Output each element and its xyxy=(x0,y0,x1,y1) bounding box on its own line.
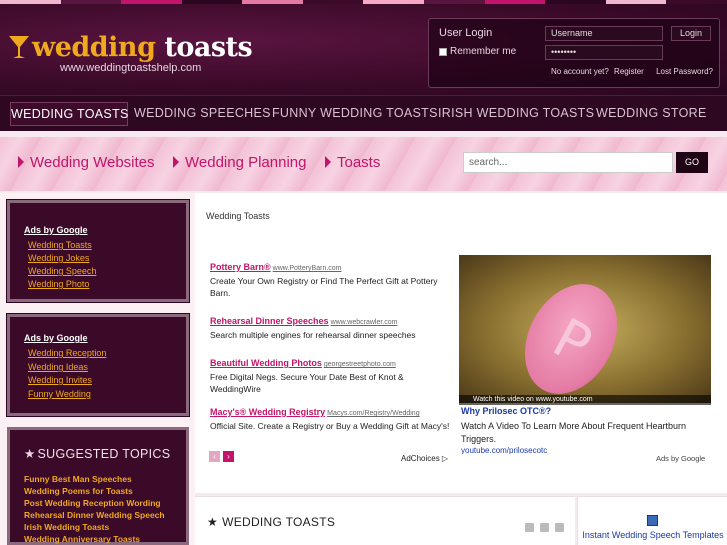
link-wedding-planning[interactable]: Wedding Planning xyxy=(173,154,306,171)
remember-label: Remember me xyxy=(450,46,517,57)
email-icon[interactable] xyxy=(555,523,564,532)
text-ad: Rehearsal Dinner Speeches www.webcrawler.… xyxy=(210,315,455,341)
ad-url[interactable]: georgestreetphoto.com xyxy=(324,361,396,368)
remember-checkbox[interactable] xyxy=(439,47,447,56)
link-wedding-websites[interactable]: Wedding Websites xyxy=(18,154,155,171)
password-field[interactable]: •••••••• xyxy=(545,45,663,60)
sidebar-ad-link[interactable]: Wedding Reception xyxy=(28,348,106,358)
ad-description: Official Site. Create a Registry or Buy … xyxy=(210,421,450,431)
pill-image: P xyxy=(506,268,636,403)
ad-url[interactable]: www.webcrawler.com xyxy=(331,319,398,326)
sidebar-ad-link[interactable]: Wedding Toasts xyxy=(28,240,92,250)
sidebar-ad-link[interactable]: Wedding Speech xyxy=(28,266,96,276)
adchoices-link[interactable]: AdChoices ▷ xyxy=(401,454,448,463)
ads-by-google-label[interactable]: Ads by Google xyxy=(656,454,705,463)
nav-item-funny-wedding-toasts[interactable]: FUNNY WEDDING TOASTS xyxy=(272,102,437,126)
site-header: wedding toasts www.weddingtoastshelp.com… xyxy=(0,4,727,95)
register-link[interactable]: Register xyxy=(614,67,644,76)
ad-description: Search multiple engines for rehearsal di… xyxy=(210,330,416,340)
promo-link[interactable]: Instant Wedding Speech Templates xyxy=(578,529,727,541)
left-sidebar: Ads by Google Wedding Toasts Wedding Jok… xyxy=(0,193,195,545)
star-icon: ★ xyxy=(207,515,219,529)
search-input[interactable]: search... xyxy=(463,152,673,173)
video-url-link[interactable]: youtube.com/prilosecotc xyxy=(461,446,547,454)
ad-description: Create Your Own Registry or Find The Per… xyxy=(210,276,438,298)
secondary-nav-bar: Wedding Websites Wedding Planning Toasts… xyxy=(0,137,727,191)
username-field[interactable]: Username xyxy=(545,26,663,41)
ads-by-google-label[interactable]: Ads by Google xyxy=(24,333,88,343)
ad-description: Free Digital Negs. Secure Your Date Best… xyxy=(210,372,404,394)
nav-item-wedding-speeches[interactable]: WEDDING SPEECHES xyxy=(134,102,270,126)
ad-title-link[interactable]: Rehearsal Dinner Speeches xyxy=(210,316,329,326)
video-watch-bar[interactable]: Watch this video on www.youtube.com xyxy=(459,395,711,405)
ad-next-icon[interactable]: › xyxy=(223,451,234,462)
arrow-right-icon xyxy=(173,156,179,168)
login-panel: User Login Remember me Username ••••••••… xyxy=(428,18,720,88)
sidebar-ad-link[interactable]: Funny Wedding xyxy=(28,389,91,399)
site-logo[interactable]: wedding toasts www.weddingtoastshelp.com xyxy=(8,32,253,82)
article-tools xyxy=(525,523,564,532)
topic-link[interactable]: Wedding Poems for Toasts xyxy=(24,486,133,496)
print-icon[interactable] xyxy=(540,523,549,532)
video-description: Watch A Video To Learn More About Freque… xyxy=(461,421,686,444)
pill-letter: P xyxy=(543,305,602,377)
text-ad: Macy's® Wedding Registry Macys.com/Regist… xyxy=(210,406,455,432)
search-go-button[interactable]: GO xyxy=(676,152,708,173)
arrow-right-icon xyxy=(325,156,331,168)
nav-item-irish-wedding-toasts[interactable]: IRISH WEDDING TOASTS xyxy=(438,102,594,126)
ad-prev-icon[interactable]: ‹ xyxy=(209,451,220,462)
ad-pager: ‹ › xyxy=(209,451,234,462)
suggested-topics-title: ★ SUGGESTED TOPICS xyxy=(24,447,171,461)
text-ad: Beautiful Wedding Photos georgestreetphot… xyxy=(210,357,455,395)
ad-title-link[interactable]: Macy's® Wedding Registry xyxy=(210,407,325,417)
document-icon xyxy=(647,515,658,526)
nav-item-wedding-store[interactable]: WEDDING STORE xyxy=(596,102,706,126)
topic-link[interactable]: Post Wedding Reception Wording xyxy=(24,498,161,508)
star-icon: ★ xyxy=(24,447,36,461)
sidebar-ad-link[interactable]: Wedding Invites xyxy=(28,375,92,385)
video-title-link[interactable]: Why Prilosec OTC®? xyxy=(461,406,551,416)
main-content: Wedding Toasts Pottery Barn® www.PotteryB… xyxy=(195,193,727,493)
section-title: ★ WEDDING TOASTS xyxy=(207,515,336,529)
ad-url[interactable]: Macys.com/Registry/Wedding xyxy=(327,410,419,417)
video-ad: P Watch this video on www.youtube.com Wh… xyxy=(459,255,711,463)
topic-link[interactable]: Wedding Anniversary Toasts xyxy=(24,534,140,544)
sidebar-ad-link[interactable]: Wedding Jokes xyxy=(28,253,89,263)
logo-text: wedding toasts xyxy=(32,32,253,63)
lost-password-link[interactable]: Lost Password? xyxy=(656,67,713,76)
sidebar-ad-box-2: Ads by Google Wedding Reception Wedding … xyxy=(6,313,190,417)
login-button[interactable]: Login xyxy=(671,26,711,41)
ad-title-link[interactable]: Beautiful Wedding Photos xyxy=(210,358,322,368)
ad-url[interactable]: www.PotteryBarn.com xyxy=(273,265,342,272)
topic-link[interactable]: Rehearsal Dinner Wedding Speech xyxy=(24,510,165,520)
remember-me[interactable]: Remember me xyxy=(439,46,516,57)
ad-title-link[interactable]: Pottery Barn® xyxy=(210,262,271,272)
breadcrumb: Wedding Toasts xyxy=(206,211,270,221)
ads-by-google-label[interactable]: Ads by Google xyxy=(24,225,88,235)
topic-link[interactable]: Funny Best Man Speeches xyxy=(24,474,132,484)
sidebar-ad-link[interactable]: Wedding Ideas xyxy=(28,362,88,372)
article-header: ★ WEDDING TOASTS xyxy=(195,496,575,545)
link-toasts[interactable]: Toasts xyxy=(325,154,380,171)
sidebar-ad-link[interactable]: Wedding Photo xyxy=(28,279,89,289)
suggested-topics-box: ★ SUGGESTED TOPICS Funny Best Man Speeche… xyxy=(7,427,189,545)
main-nav: WEDDING TOASTS WEDDING SPEECHES FUNNY WE… xyxy=(0,95,727,131)
nav-item-wedding-toasts[interactable]: WEDDING TOASTS xyxy=(10,102,128,126)
logo-url: www.weddingtoastshelp.com xyxy=(60,62,202,74)
video-player[interactable]: P xyxy=(459,255,711,403)
login-title: User Login xyxy=(439,27,493,39)
login-links: No account yet? Register Lost Password? xyxy=(551,67,713,76)
martini-glass-icon xyxy=(9,36,29,58)
topic-link[interactable]: Irish Wedding Toasts xyxy=(24,522,109,532)
text-ad: Pottery Barn® www.PotteryBarn.com Create … xyxy=(210,261,455,299)
promo-box: Instant Wedding Speech Templates xyxy=(577,496,727,545)
no-account-text: No account yet? xyxy=(551,67,609,76)
arrow-right-icon xyxy=(18,156,24,168)
sidebar-ad-box-1: Ads by Google Wedding Toasts Wedding Jok… xyxy=(6,199,190,303)
pdf-icon[interactable] xyxy=(525,523,534,532)
